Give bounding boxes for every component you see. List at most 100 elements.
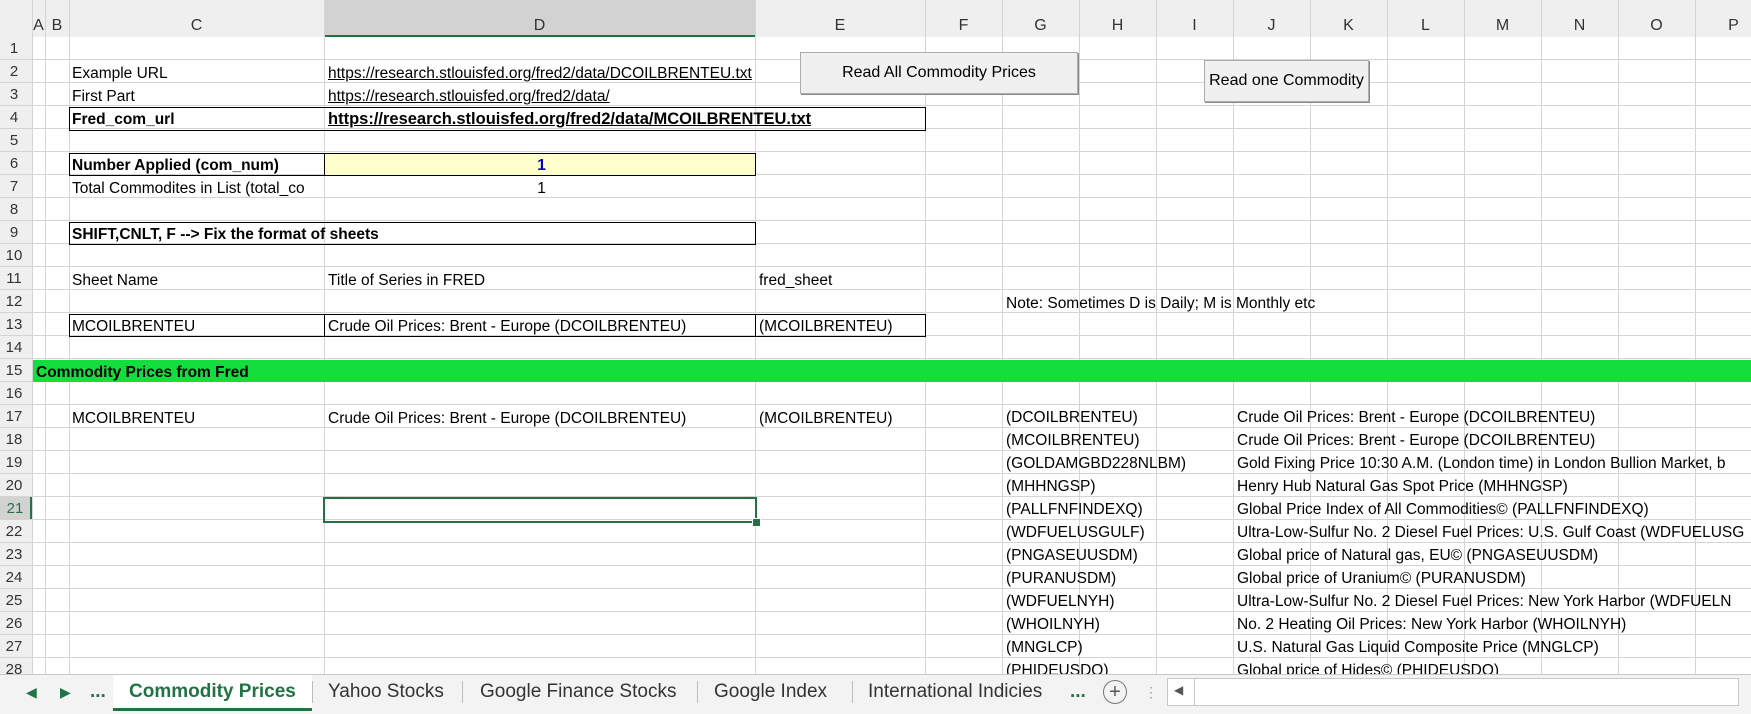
fill-handle[interactable]: [752, 518, 761, 527]
commodity-title[interactable]: Global Price Index of All Commodities© (…: [1234, 497, 1649, 520]
column-header-k[interactable]: K: [1310, 0, 1387, 37]
row-header-17[interactable]: 17: [0, 405, 28, 428]
cell-e11[interactable]: fred_sheet: [756, 268, 832, 291]
commodity-title[interactable]: Crude Oil Prices: Brent - Europe (DCOILB…: [1234, 428, 1595, 451]
column-header-h[interactable]: H: [1079, 0, 1156, 37]
row-header-15[interactable]: 15: [0, 359, 28, 382]
cell-c2[interactable]: Example URL: [69, 61, 168, 84]
column-header-f[interactable]: F: [925, 0, 1002, 37]
cell-g12[interactable]: Note: Sometimes D is Daily; M is Monthly…: [1003, 291, 1315, 314]
row-header-20[interactable]: 20: [0, 474, 28, 497]
column-header-b[interactable]: B: [45, 0, 69, 37]
add-sheet-icon[interactable]: +: [1103, 680, 1127, 704]
row-header-28[interactable]: 28: [0, 658, 28, 674]
row-header-16[interactable]: 16: [0, 382, 28, 405]
commodity-code[interactable]: (PALLFNFINDEXQ): [1003, 497, 1143, 520]
row-header-13[interactable]: 13: [0, 313, 28, 336]
column-header-n[interactable]: N: [1541, 0, 1618, 37]
cell-d4[interactable]: https://research.stlouisfed.org/fred2/da…: [325, 107, 811, 130]
row-header-14[interactable]: 14: [0, 336, 28, 359]
tab-international-indicies[interactable]: International Indicies: [852, 675, 1058, 710]
tab-google-finance-stocks[interactable]: Google Finance Stocks: [464, 675, 692, 710]
commodity-title[interactable]: U.S. Natural Gas Liquid Composite Price …: [1234, 635, 1599, 658]
cell-c9[interactable]: SHIFT,CNLT, F --> Fix the format of shee…: [69, 222, 379, 245]
row-header-22[interactable]: 22: [0, 520, 28, 543]
row-header-27[interactable]: 27: [0, 635, 28, 658]
scroll-thumb[interactable]: [1194, 679, 1195, 705]
column-header-e[interactable]: E: [755, 0, 925, 37]
cell-c13[interactable]: MCOILBRENTEU: [69, 314, 195, 337]
cell-d2[interactable]: https://research.stlouisfed.org/fred2/da…: [325, 61, 752, 84]
row-header-18[interactable]: 18: [0, 428, 28, 451]
tab-commodity-prices[interactable]: Commodity Prices: [113, 675, 312, 711]
read-all-commodity-prices-button[interactable]: Read All Commodity Prices: [800, 52, 1078, 94]
row-header-4[interactable]: 4: [0, 106, 28, 129]
splitter-handle-icon[interactable]: ⋮: [1144, 675, 1158, 710]
row-header-21[interactable]: 21: [0, 497, 32, 520]
commodity-title[interactable]: Ultra-Low-Sulfur No. 2 Diesel Fuel Price…: [1234, 589, 1731, 612]
row-header-10[interactable]: 10: [0, 244, 28, 267]
cell-c4[interactable]: Fred_com_url: [69, 107, 175, 130]
column-header-l[interactable]: L: [1387, 0, 1464, 37]
column-header-i[interactable]: I: [1156, 0, 1233, 37]
commodity-code[interactable]: (WDFUELNYH): [1003, 589, 1115, 612]
column-header-p[interactable]: P: [1695, 0, 1751, 37]
commodity-title[interactable]: Global price of Natural gas, EU© (PNGASE…: [1234, 543, 1598, 566]
cell-c7[interactable]: Total Commodites in List (total_co: [69, 176, 324, 199]
row-header-19[interactable]: 19: [0, 451, 28, 474]
active-cell[interactable]: [323, 497, 757, 523]
scroll-tabs-left-icon[interactable]: ◀: [26, 675, 37, 710]
column-header-g[interactable]: G: [1002, 0, 1079, 37]
cell-c11[interactable]: Sheet Name: [69, 268, 158, 291]
row-header-8[interactable]: 8: [0, 198, 28, 221]
commodity-code[interactable]: (MCOILBRENTEU): [1003, 428, 1139, 451]
row-header-1[interactable]: 1: [0, 37, 28, 60]
row-header-26[interactable]: 26: [0, 612, 28, 635]
cell-e17[interactable]: (MCOILBRENTEU): [756, 406, 892, 429]
commodity-title[interactable]: Global price of Hides© (PHIDEUSDQ): [1234, 658, 1499, 674]
row-header-25[interactable]: 25: [0, 589, 28, 612]
commodity-title[interactable]: Henry Hub Natural Gas Spot Price (MHHNGS…: [1234, 474, 1568, 497]
commodity-code[interactable]: (MHHNGSP): [1003, 474, 1096, 497]
commodity-title[interactable]: Ultra-Low-Sulfur No. 2 Diesel Fuel Price…: [1234, 520, 1744, 543]
commodity-code[interactable]: (MNGLCP): [1003, 635, 1083, 658]
column-header-d[interactable]: D: [324, 0, 755, 37]
cell-d3[interactable]: https://research.stlouisfed.org/fred2/da…: [325, 84, 610, 107]
scroll-left-icon[interactable]: ◀: [1174, 683, 1183, 697]
commodity-code[interactable]: (PNGASEUUSDM): [1003, 543, 1138, 566]
cell-c17[interactable]: MCOILBRENTEU: [69, 406, 195, 429]
commodity-title[interactable]: Gold Fixing Price 10:30 A.M. (London tim…: [1234, 451, 1726, 474]
row-header-12[interactable]: 12: [0, 290, 28, 313]
row-header-3[interactable]: 3: [0, 83, 28, 106]
cell-c3[interactable]: First Part: [69, 84, 135, 107]
row-header-23[interactable]: 23: [0, 543, 28, 566]
column-header-c[interactable]: C: [69, 0, 324, 37]
column-header-o[interactable]: O: [1618, 0, 1695, 37]
commodity-title[interactable]: Global price of Uranium© (PURANUSDM): [1234, 566, 1526, 589]
commodity-code[interactable]: (GOLDAMGBD228NLBM): [1003, 451, 1186, 474]
column-header-j[interactable]: J: [1233, 0, 1310, 37]
commodity-code[interactable]: (PURANUSDM): [1003, 566, 1116, 589]
row-header-9[interactable]: 9: [0, 221, 28, 244]
spreadsheet-grid[interactable]: A B C D E F G H I J K L M N O P 12345678…: [0, 0, 1751, 674]
row-header-2[interactable]: 2: [0, 60, 28, 83]
tab-google-index[interactable]: Google Index: [698, 675, 843, 710]
commodity-title[interactable]: Crude Oil Prices: Brent - Europe (DCOILB…: [1234, 405, 1595, 428]
scroll-tabs-right-icon[interactable]: ▶: [60, 675, 71, 710]
read-one-commodity-button[interactable]: Read one Commodity: [1204, 60, 1369, 102]
cell-d7[interactable]: 1: [325, 176, 755, 199]
cell-a15[interactable]: Commodity Prices from Fred: [33, 360, 249, 383]
cell-d6[interactable]: 1: [325, 153, 755, 176]
row-header-11[interactable]: 11: [0, 267, 28, 290]
row-header-6[interactable]: 6: [0, 152, 28, 175]
cell-e13[interactable]: (MCOILBRENTEU): [756, 314, 892, 337]
commodity-code[interactable]: (WHOILNYH): [1003, 612, 1100, 635]
cell-d17[interactable]: Crude Oil Prices: Brent - Europe (DCOILB…: [325, 406, 686, 429]
column-header-m[interactable]: M: [1464, 0, 1541, 37]
row-header-7[interactable]: 7: [0, 175, 28, 198]
tab-yahoo-stocks[interactable]: Yahoo Stocks: [312, 675, 460, 710]
more-tabs-right[interactable]: ...: [1070, 675, 1086, 710]
commodity-title[interactable]: No. 2 Heating Oil Prices: New York Harbo…: [1234, 612, 1626, 635]
row-header-5[interactable]: 5: [0, 129, 28, 152]
cell-d13[interactable]: Crude Oil Prices: Brent - Europe (DCOILB…: [325, 314, 686, 337]
